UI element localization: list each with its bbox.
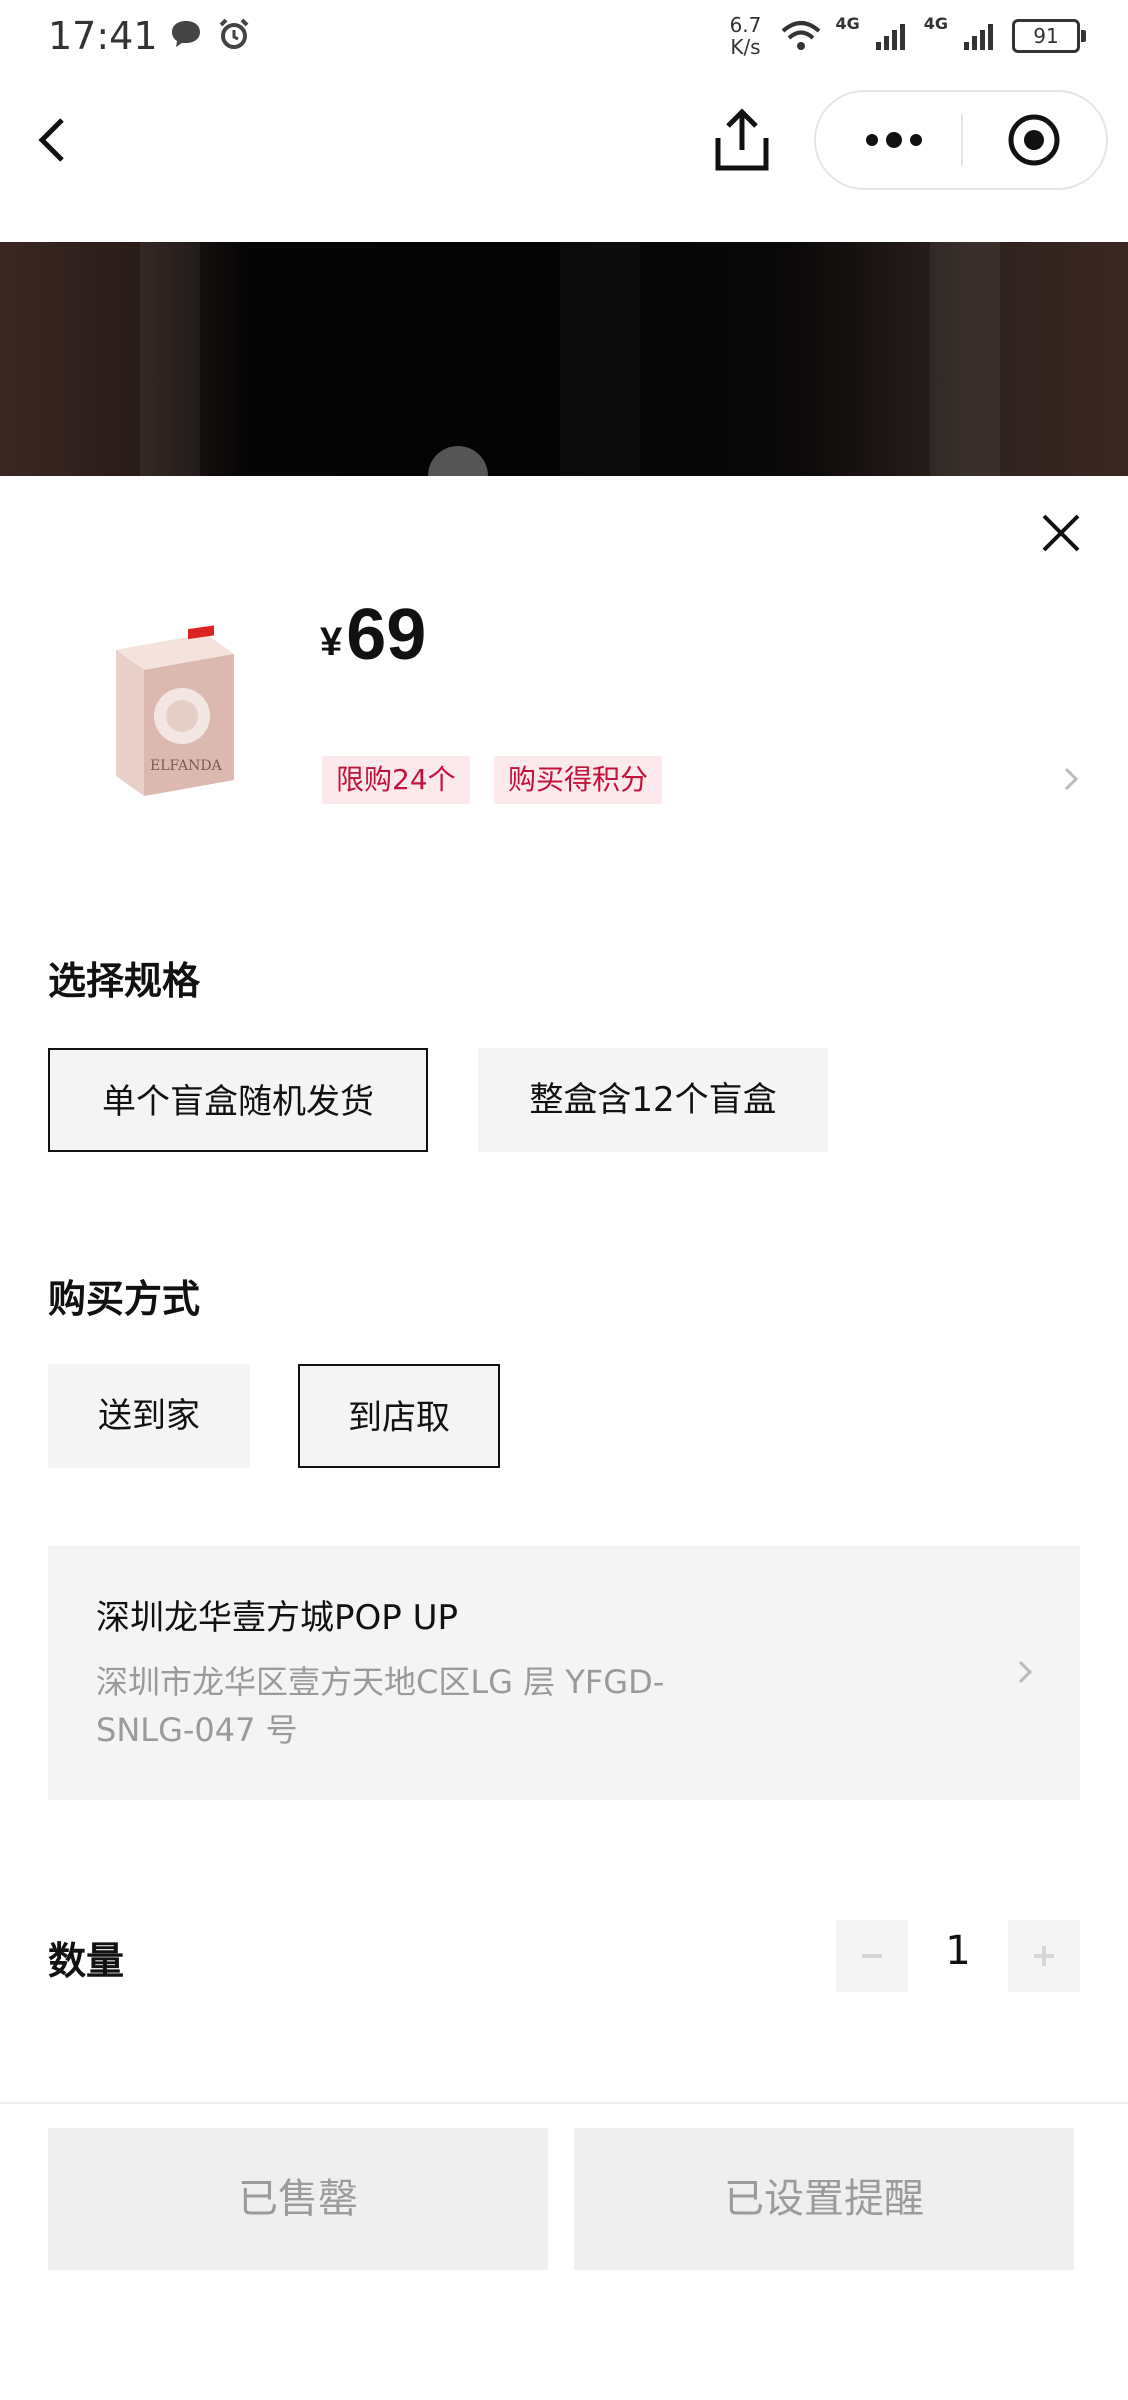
plus-icon bbox=[1034, 1946, 1054, 1966]
price-value: 69 bbox=[346, 595, 427, 675]
status-notification-icons bbox=[168, 16, 252, 52]
share-button[interactable] bbox=[704, 104, 780, 180]
status-time: 17:41 bbox=[48, 14, 158, 58]
method-section-title: 购买方式 bbox=[48, 1277, 201, 1321]
currency-symbol: ¥ bbox=[320, 620, 343, 664]
product-brand-text: ELFANDA bbox=[150, 758, 223, 774]
spec-option-box[interactable]: 整盒含12个盲盒 bbox=[478, 1048, 828, 1152]
close-sheet-button[interactable] bbox=[1036, 508, 1086, 558]
sold-out-button[interactable]: 已售罄 bbox=[48, 2128, 548, 2270]
status-right-icons: 6.7 K/s 4G 4G 91 bbox=[723, 14, 1086, 58]
store-chevron bbox=[1014, 1658, 1036, 1686]
tags-more-chevron[interactable] bbox=[1060, 764, 1084, 794]
product-thumbnail: ELFANDA bbox=[96, 620, 246, 800]
signal-bars-icon bbox=[875, 24, 905, 50]
quantity-increment-button[interactable] bbox=[1008, 1920, 1080, 1992]
store-address: 深圳市龙华区壹方天地C区LG 层 YFGD- SNLG-047 号 bbox=[96, 1658, 736, 1754]
points-tag[interactable]: 购买得积分 bbox=[494, 756, 663, 804]
blind-box-image: ELFANDA bbox=[116, 625, 234, 796]
signal-label-2: 4G bbox=[923, 14, 948, 33]
method-option-pickup[interactable]: 到店取 bbox=[298, 1364, 500, 1468]
reminder-set-button[interactable]: 已设置提醒 bbox=[574, 2128, 1074, 2270]
quantity-decrement-button[interactable] bbox=[836, 1920, 908, 1992]
chat-bubble-icon bbox=[172, 21, 200, 47]
signal-bars-icon bbox=[964, 24, 993, 50]
chevron-right-icon bbox=[1064, 767, 1079, 791]
product-price: ¥69 bbox=[320, 594, 426, 676]
method-option-delivery[interactable]: 送到家 bbox=[48, 1364, 250, 1468]
network-speed: 6.7 K/s bbox=[723, 14, 767, 58]
footer-divider bbox=[0, 2102, 1128, 2104]
more-button[interactable] bbox=[846, 112, 942, 168]
share-icon bbox=[715, 108, 769, 171]
alarm-clock-icon bbox=[219, 18, 249, 49]
product-hero-image bbox=[0, 242, 1128, 476]
chevron-right-icon bbox=[1018, 1660, 1033, 1684]
quantity-value: 1 bbox=[945, 1928, 971, 1974]
network-speed-unit: K/s bbox=[730, 35, 761, 59]
battery-icon: 91 bbox=[1012, 19, 1086, 53]
capsule-divider bbox=[961, 114, 963, 166]
store-card[interactable]: 深圳龙华壹方城POP UP 深圳市龙华区壹方天地C区LG 层 YFGD- SNL… bbox=[48, 1546, 1080, 1800]
wifi-icon bbox=[782, 21, 821, 50]
back-button[interactable] bbox=[36, 100, 92, 180]
store-name: 深圳龙华壹方城POP UP bbox=[96, 1598, 458, 1638]
signal-label-1: 4G bbox=[835, 14, 860, 33]
store-address-line2: SNLG-047 号 bbox=[96, 1711, 298, 1749]
quantity-title: 数量 bbox=[48, 1939, 125, 1983]
minus-icon bbox=[862, 1954, 882, 1958]
close-icon bbox=[1042, 514, 1080, 552]
chevron-left-icon bbox=[38, 118, 64, 162]
spec-section-title: 选择规格 bbox=[48, 959, 201, 1003]
target-icon bbox=[1008, 114, 1060, 166]
limit-tag: 限购24个 bbox=[322, 756, 470, 804]
more-dots-icon bbox=[866, 132, 922, 148]
network-speed-value: 6.7 bbox=[729, 13, 762, 37]
spec-option-single[interactable]: 单个盲盒随机发货 bbox=[48, 1048, 428, 1152]
store-address-line1: 深圳市龙华区壹方天地C区LG 层 YFGD- bbox=[96, 1663, 665, 1701]
mini-program-capsule bbox=[814, 90, 1108, 190]
close-miniprogram-button[interactable] bbox=[986, 112, 1082, 168]
